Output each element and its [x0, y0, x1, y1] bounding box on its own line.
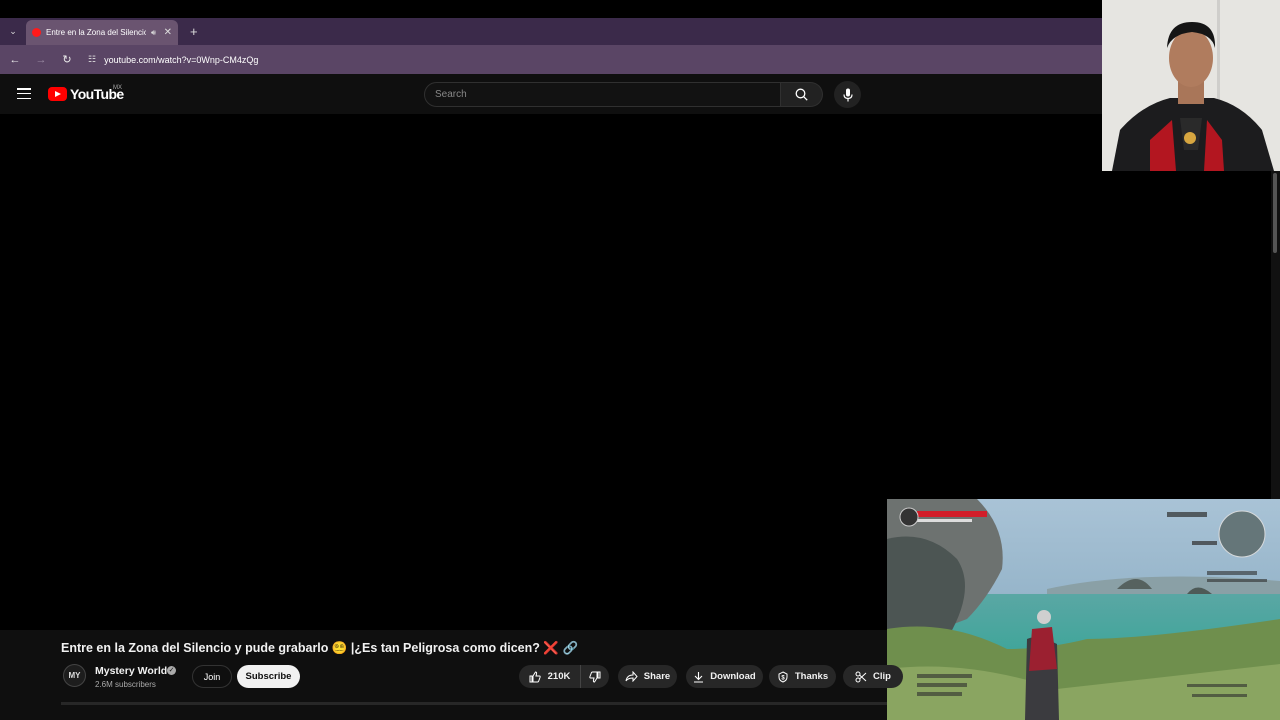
share-button[interactable]: Share	[618, 665, 677, 688]
description-divider	[61, 702, 887, 705]
dislike-button[interactable]	[581, 665, 609, 688]
forward-arrow-icon[interactable]: →	[34, 54, 48, 66]
video-title-emoji-link: 🔗	[562, 641, 579, 655]
page-scrollbar[interactable]	[1271, 171, 1280, 501]
search-box[interactable]	[424, 82, 781, 107]
like-count: 210K	[547, 671, 571, 682]
youtube-favicon-icon	[32, 28, 41, 37]
channel-name[interactable]: Mystery World	[95, 665, 167, 677]
download-icon	[694, 671, 704, 683]
search-icon	[795, 88, 808, 101]
gameplay-overlay	[887, 499, 1280, 720]
super-thanks-icon: $	[778, 670, 788, 683]
menu-icon[interactable]	[17, 88, 31, 99]
search-button[interactable]	[781, 82, 823, 107]
new-tab-icon[interactable]: +	[190, 24, 198, 39]
like-button[interactable]: 210K	[519, 665, 581, 688]
youtube-play-icon	[48, 87, 67, 101]
tab-title: Entre en la Zona del Silencio	[46, 28, 146, 37]
tab-search-chevron-icon[interactable]: ⌄	[0, 18, 26, 45]
verified-badge-icon: ✓	[167, 666, 176, 675]
omnibox[interactable]: ☷ youtube.com/watch?v=0Wnp-CM4zQg	[88, 54, 258, 65]
video-title-text: Entre en la Zona del Silencio y pude gra…	[61, 641, 540, 655]
reload-icon[interactable]: ↻	[60, 53, 74, 66]
country-code: MX	[113, 85, 122, 91]
share-icon	[625, 671, 638, 682]
clip-label: Clip	[873, 671, 891, 682]
thanks-button[interactable]: $ Thanks	[769, 665, 836, 688]
video-info: Entre en la Zona del Silencio y pude gra…	[0, 630, 903, 720]
top-strip	[0, 0, 1102, 18]
thumbs-down-icon	[589, 671, 601, 683]
voice-search-button[interactable]	[834, 81, 861, 108]
url-text[interactable]: youtube.com/watch?v=0Wnp-CM4zQg	[104, 55, 258, 65]
scrollbar-thumb[interactable]	[1273, 173, 1277, 253]
browser-addressbar: ← → ↻ ☷ youtube.com/watch?v=0Wnp-CM4zQg	[0, 45, 1102, 74]
back-arrow-icon[interactable]: ←	[8, 54, 22, 66]
like-dislike-group: 210K	[519, 665, 609, 688]
scissors-icon	[855, 671, 867, 682]
site-settings-icon[interactable]: ☷	[88, 54, 96, 65]
browser-tab[interactable]: Entre en la Zona del Silencio 🔊︎ ✕	[26, 20, 178, 45]
microphone-icon	[842, 88, 853, 101]
screen: ⌄ Entre en la Zona del Silencio 🔊︎ ✕ + ←…	[0, 0, 1280, 720]
clip-button[interactable]: Clip	[843, 665, 903, 688]
svg-text:$: $	[781, 675, 785, 681]
thanks-label: Thanks	[794, 671, 829, 682]
share-label: Share	[643, 671, 671, 682]
subscriber-count: 2.6M subscribers	[95, 680, 156, 689]
youtube-header: YouTube	[0, 74, 1102, 114]
speaker-icon[interactable]: 🔊︎	[151, 28, 156, 38]
browser-tabbar: ⌄ Entre en la Zona del Silencio 🔊︎ ✕ +	[0, 18, 1102, 45]
thumbs-up-icon	[529, 670, 541, 682]
video-title-emoji-x: ❌	[543, 641, 559, 655]
webcam-overlay	[1102, 0, 1280, 171]
search-input[interactable]	[435, 89, 780, 100]
channel-avatar[interactable]: MY	[63, 664, 86, 687]
subscribe-button[interactable]: Subscribe	[237, 665, 300, 688]
download-button[interactable]: Download	[686, 665, 763, 688]
video-title: Entre en la Zona del Silencio y pude gra…	[61, 641, 578, 656]
join-button[interactable]: Join	[192, 665, 232, 688]
tab-close-icon[interactable]: ✕	[164, 27, 172, 38]
download-label: Download	[710, 671, 756, 682]
